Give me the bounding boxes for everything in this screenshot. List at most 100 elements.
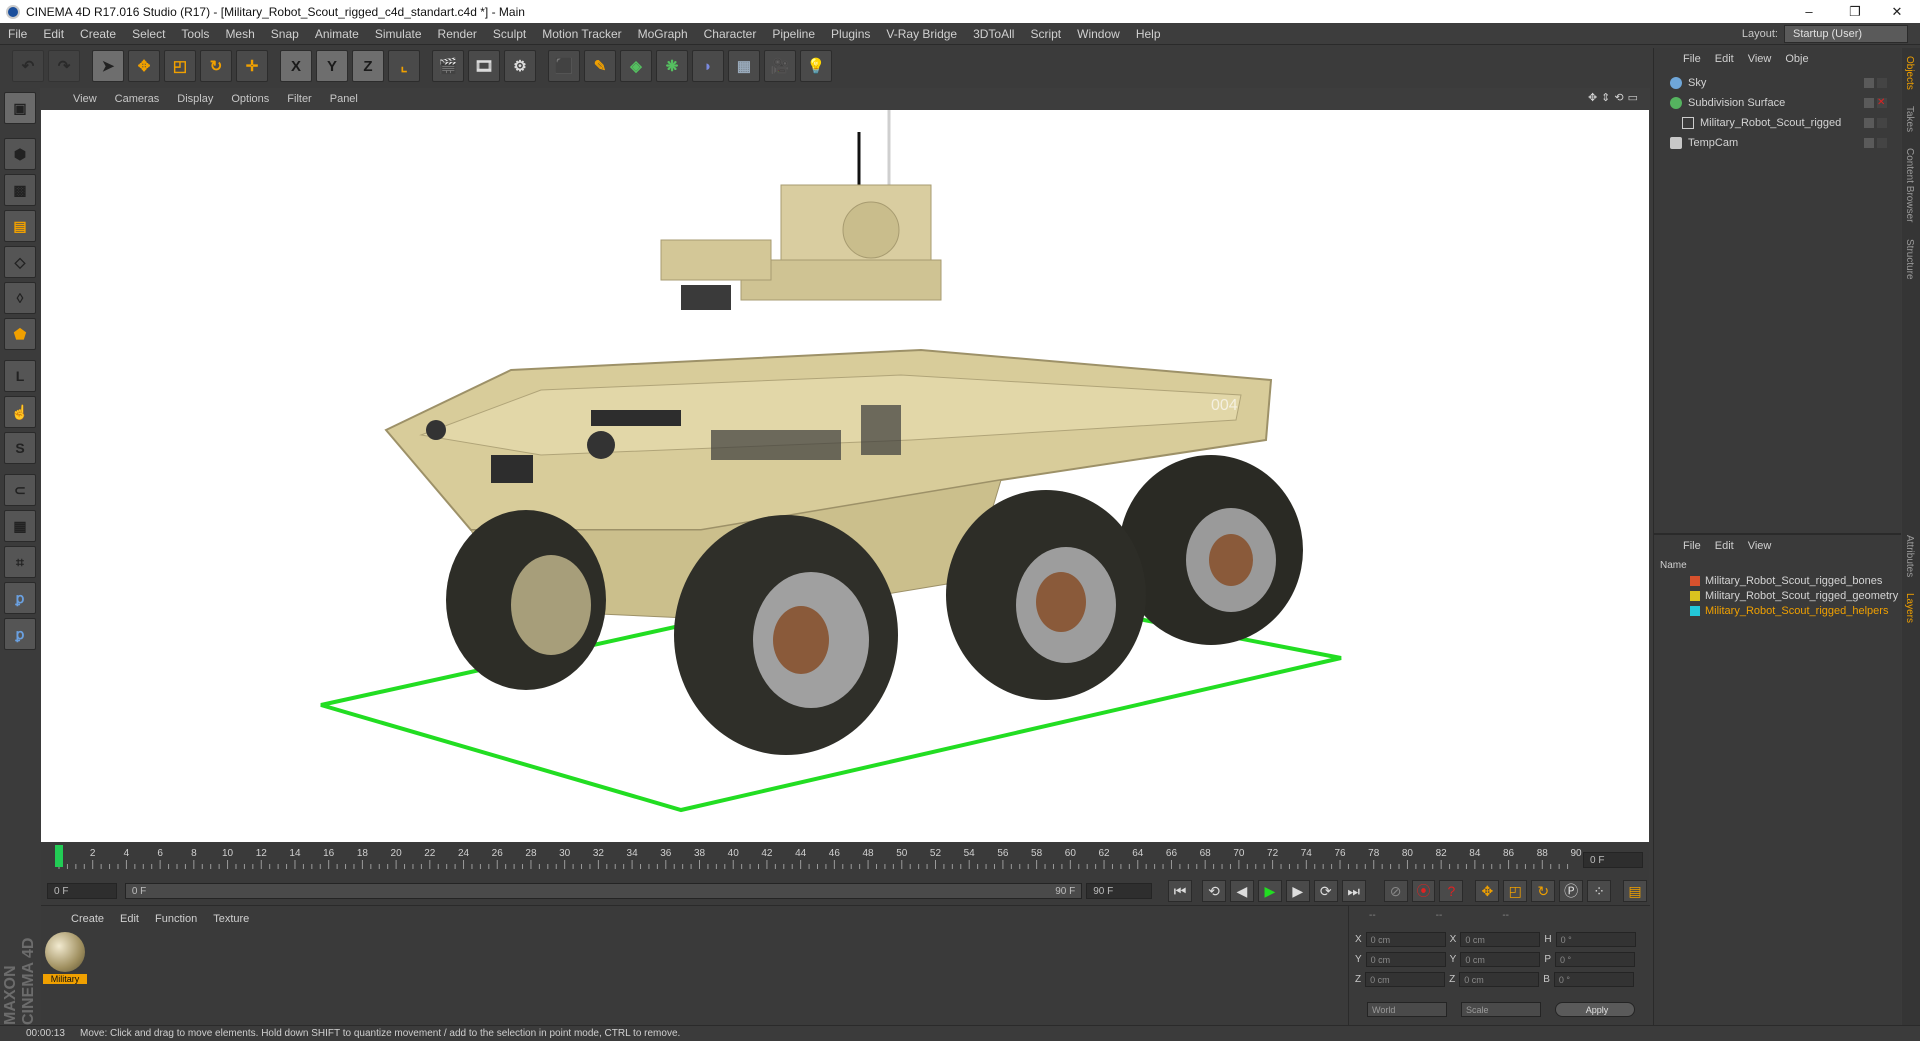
- material-menu-function[interactable]: Function: [147, 913, 205, 925]
- objects-menu-objects[interactable]: Obje: [1778, 53, 1815, 65]
- objects-menu-file[interactable]: File: [1676, 53, 1708, 65]
- layer-row-helpers[interactable]: Military_Robot_Scout_rigged_helpers: [1654, 603, 1901, 618]
- material-menu-texture[interactable]: Texture: [205, 913, 257, 925]
- objects-menu-edit[interactable]: Edit: [1708, 53, 1741, 65]
- pen-spline-icon[interactable]: ✎: [584, 50, 616, 82]
- tab-attributes[interactable]: Attributes: [1902, 527, 1917, 585]
- transform-tool-icon[interactable]: ✛: [236, 50, 268, 82]
- menu-edit[interactable]: Edit: [35, 27, 72, 41]
- menu-snap[interactable]: Snap: [263, 27, 307, 41]
- python-generator-icon[interactable]: ꝑ: [4, 618, 36, 650]
- object-row-military-robot[interactable]: Military_Robot_Scout_rigged: [1658, 114, 1898, 132]
- layer-row-geometry[interactable]: Military_Robot_Scout_rigged_geometry: [1654, 588, 1901, 603]
- menu-mesh[interactable]: Mesh: [217, 27, 262, 41]
- tab-layers[interactable]: Layers: [1902, 585, 1917, 631]
- render-picture-viewer-icon[interactable]: 🎞: [468, 50, 500, 82]
- menu-motion-tracker[interactable]: Motion Tracker: [534, 27, 629, 41]
- object-row-subdivision-surface[interactable]: Subdivision Surface ✕: [1658, 94, 1898, 112]
- viewport-menu-filter[interactable]: Filter: [278, 93, 320, 105]
- undo-icon[interactable]: ↶: [12, 50, 44, 82]
- menu-vray-bridge[interactable]: V-Ray Bridge: [878, 27, 965, 41]
- apply-button[interactable]: Apply: [1555, 1002, 1635, 1017]
- position-y-field[interactable]: 0 cm: [1365, 952, 1446, 967]
- frame-range-slider[interactable]: 0 F 90 F: [124, 883, 1083, 899]
- next-key-icon[interactable]: ⟳: [1313, 880, 1338, 902]
- coordinate-system-icon[interactable]: ⌞: [388, 50, 420, 82]
- menu-3dtoall[interactable]: 3DToAll: [965, 27, 1022, 41]
- menu-simulate[interactable]: Simulate: [367, 27, 430, 41]
- timeline-ruler[interactable]: 0246810121416182022242628303234363840424…: [51, 843, 1586, 873]
- texture-mode-icon[interactable]: ▩: [4, 174, 36, 206]
- deformer-icon[interactable]: ◗: [692, 50, 724, 82]
- layout-dropdown[interactable]: Startup (User): [1784, 25, 1908, 43]
- python-script-icon[interactable]: ꝑ: [4, 582, 36, 614]
- menu-script[interactable]: Script: [1022, 27, 1069, 41]
- previous-frame-icon[interactable]: ◀: [1229, 880, 1254, 902]
- size-z-field[interactable]: 0 cm: [1459, 972, 1540, 987]
- lock-workplane-icon[interactable]: ⌗: [4, 546, 36, 578]
- y-axis-lock-button[interactable]: Y: [316, 50, 348, 82]
- current-frame-field[interactable]: 0 F: [1583, 852, 1643, 868]
- camera-icon[interactable]: 🎥: [764, 50, 796, 82]
- menu-animate[interactable]: Animate: [307, 27, 367, 41]
- timeline[interactable]: 0246810121416182022242628303234363840424…: [41, 843, 1649, 877]
- timeline-window-icon[interactable]: ▤: [1623, 880, 1647, 902]
- render-settings-icon[interactable]: ⚙: [504, 50, 536, 82]
- layers-menu-view[interactable]: View: [1741, 540, 1779, 552]
- edges-mode-icon[interactable]: ◊: [4, 282, 36, 314]
- material-menu-edit[interactable]: Edit: [112, 913, 147, 925]
- menu-window[interactable]: Window: [1069, 27, 1128, 41]
- menu-mograph[interactable]: MoGraph: [630, 27, 696, 41]
- x-axis-lock-button[interactable]: X: [280, 50, 312, 82]
- menu-create[interactable]: Create: [72, 27, 124, 41]
- model-mode-icon[interactable]: ⬢: [4, 138, 36, 170]
- material-swatch[interactable]: Military: [43, 932, 87, 988]
- tab-structure[interactable]: Structure: [1902, 231, 1917, 288]
- menu-sculpt[interactable]: Sculpt: [485, 27, 534, 41]
- z-axis-lock-button[interactable]: Z: [352, 50, 384, 82]
- play-icon[interactable]: ▶: [1257, 880, 1282, 902]
- polygons-mode-icon[interactable]: ⬟: [4, 318, 36, 350]
- viewport-menu-panel[interactable]: Panel: [321, 93, 367, 105]
- layers-menu-file[interactable]: File: [1676, 540, 1708, 552]
- scale-track-icon[interactable]: ◰: [1503, 880, 1528, 902]
- orbit-view-icon[interactable]: ⟲: [1614, 91, 1623, 104]
- material-menu-create[interactable]: Create: [63, 913, 112, 925]
- tab-takes[interactable]: Takes: [1902, 98, 1917, 140]
- position-track-icon[interactable]: ✥: [1475, 880, 1500, 902]
- light-icon[interactable]: 💡: [800, 50, 832, 82]
- world-dropdown[interactable]: World: [1367, 1002, 1447, 1017]
- toggle-layout-icon[interactable]: ▭: [1628, 91, 1638, 104]
- subdivision-icon[interactable]: ◈: [620, 50, 652, 82]
- position-x-field[interactable]: 0 cm: [1365, 932, 1446, 947]
- menu-file[interactable]: File: [0, 27, 35, 41]
- next-frame-icon[interactable]: ▶: [1285, 880, 1310, 902]
- menu-render[interactable]: Render: [430, 27, 485, 41]
- tweak-mode-icon[interactable]: ☝: [4, 396, 36, 428]
- parameter-track-icon[interactable]: Ⓟ: [1559, 880, 1584, 902]
- menu-character[interactable]: Character: [696, 27, 765, 41]
- viewport-menu-view[interactable]: View: [64, 93, 106, 105]
- 3d-viewport[interactable]: 004: [41, 110, 1649, 842]
- object-row-sky[interactable]: Sky: [1658, 74, 1898, 92]
- scale-dropdown[interactable]: Scale: [1461, 1002, 1541, 1017]
- record-keys-icon[interactable]: ⊘: [1383, 880, 1408, 902]
- render-view-icon[interactable]: 🎬: [432, 50, 464, 82]
- size-y-field[interactable]: 0 cm: [1460, 952, 1541, 967]
- goto-start-icon[interactable]: ⏮: [1168, 880, 1193, 902]
- objects-menu-view[interactable]: View: [1741, 53, 1779, 65]
- size-x-field[interactable]: 0 cm: [1460, 932, 1541, 947]
- layer-row-bones[interactable]: Military_Robot_Scout_rigged_bones: [1654, 573, 1901, 588]
- viewport-menu-options[interactable]: Options: [222, 93, 278, 105]
- points-mode-icon[interactable]: ◇: [4, 246, 36, 278]
- workplane-icon[interactable]: ▤: [4, 210, 36, 242]
- goto-end-icon[interactable]: ⏭: [1341, 880, 1366, 902]
- menu-plugins[interactable]: Plugins: [823, 27, 878, 41]
- previous-key-icon[interactable]: ⟲: [1202, 880, 1226, 902]
- floor-icon[interactable]: ▦: [728, 50, 760, 82]
- rotation-p-field[interactable]: 0 °: [1555, 952, 1636, 967]
- make-editable-icon[interactable]: ▣: [4, 92, 36, 124]
- point-level-icon[interactable]: ⁘: [1587, 880, 1612, 902]
- position-z-field[interactable]: 0 cm: [1365, 972, 1446, 987]
- minimize-button[interactable]: –: [1786, 0, 1832, 23]
